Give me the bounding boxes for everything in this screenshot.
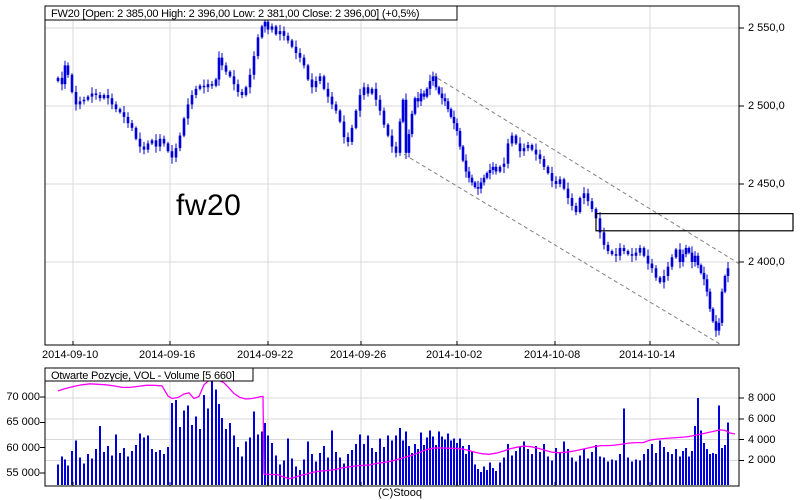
ohlc-header: FW20 [Open: 2 385,00 High: 2 396,00 Low:… xyxy=(51,8,420,20)
volume-panel-header: Otwarte Pozycje, VOL - Volume [5 660] xyxy=(51,370,235,382)
copyright-label: (C)Stooq xyxy=(377,487,423,499)
chart-canvas xyxy=(40,5,794,487)
stooq-chart-page: 2 550,0 2 500,0 2 450,0 2 400,0 2014-09-10 20… xyxy=(0,0,800,500)
symbol-watermark: fw20 xyxy=(176,189,242,222)
